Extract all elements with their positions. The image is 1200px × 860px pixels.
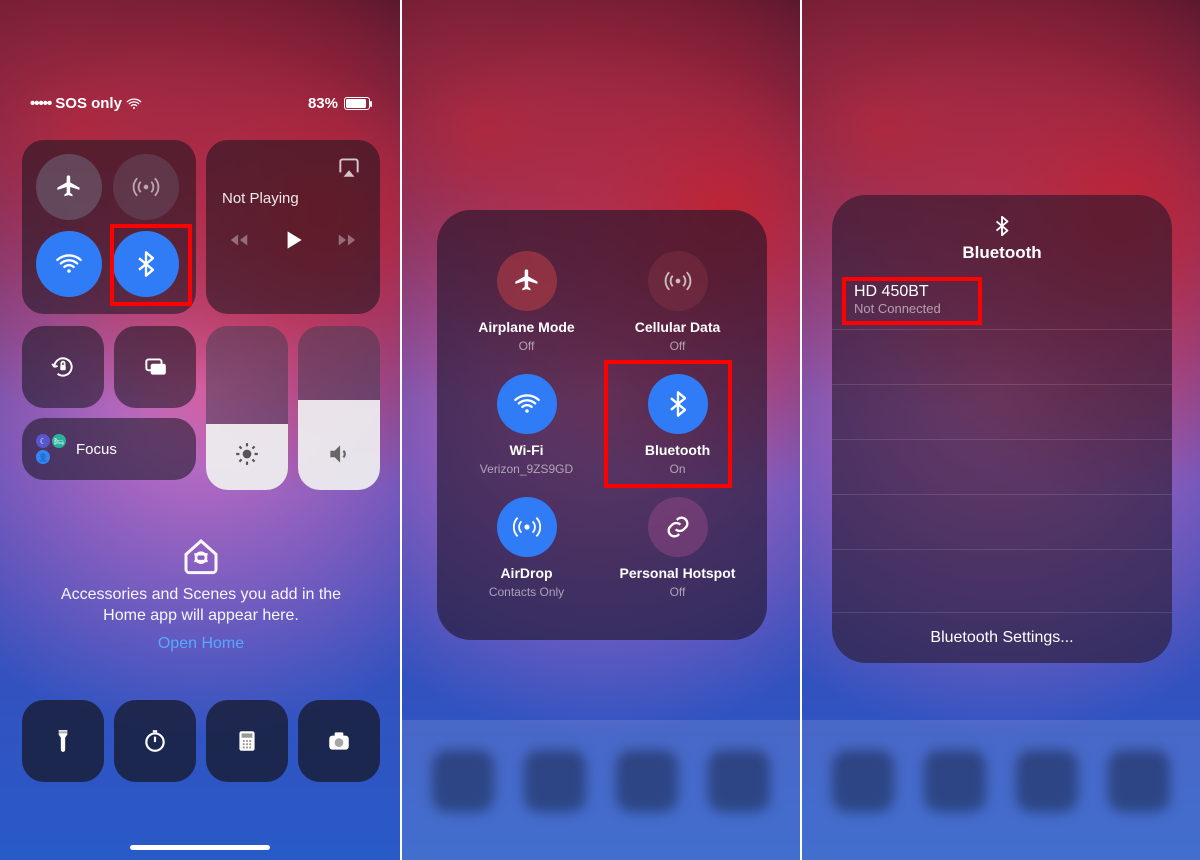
- bluetooth-icon: [132, 250, 160, 278]
- screen-mirroring-icon: [142, 354, 168, 380]
- orientation-lock-toggle[interactable]: [22, 326, 104, 408]
- airplane-mode-toggle[interactable]: [36, 154, 102, 220]
- wifi-icon: [126, 96, 142, 112]
- bluetooth-empty-row: [832, 440, 1172, 495]
- calculator-button[interactable]: [206, 700, 288, 782]
- orientation-lock-icon: [50, 354, 76, 380]
- flashlight-icon: [50, 728, 76, 754]
- wifi-label: Wi-Fi: [509, 442, 543, 458]
- bluetooth-icon: [664, 390, 692, 418]
- wifi-icon: [55, 250, 83, 278]
- airdrop-icon: [513, 513, 541, 541]
- airplane-icon: [513, 267, 541, 295]
- home-text: Accessories and Scenes you add in the Ho…: [46, 584, 356, 627]
- airplane-mode-toggle[interactable]: [497, 251, 557, 311]
- airplane-label: Airplane Mode: [478, 319, 574, 335]
- signal-dots-icon: •••••: [30, 95, 51, 112]
- link-icon: [664, 513, 692, 541]
- sun-icon: [234, 441, 260, 472]
- play-button[interactable]: [280, 227, 306, 258]
- bluetooth-device-row[interactable]: HD 450BT Not Connected: [832, 275, 1172, 330]
- airplane-mode-item[interactable]: Airplane Mode Off: [451, 240, 602, 363]
- bluetooth-empty-row: [832, 330, 1172, 385]
- pane-control-center: ••••• SOS only 83% Not Playing: [0, 0, 400, 860]
- cellular-icon: [664, 267, 692, 295]
- calculator-icon: [234, 728, 260, 754]
- wifi-toggle[interactable]: [36, 231, 102, 297]
- bluetooth-status: On: [669, 462, 685, 476]
- hotspot-item[interactable]: Personal Hotspot Off: [602, 487, 753, 610]
- device-name: HD 450BT: [854, 283, 1150, 301]
- pane-bluetooth-devices: Bluetooth HD 450BT Not Connected Bluetoo…: [800, 0, 1200, 860]
- bluetooth-empty-row: [832, 495, 1172, 550]
- bluetooth-toggle[interactable]: [113, 231, 179, 297]
- rewind-button[interactable]: [228, 229, 250, 256]
- camera-icon: [326, 728, 352, 754]
- status-bar: ••••• SOS only 83%: [0, 95, 400, 112]
- cellular-label: Cellular Data: [635, 319, 721, 335]
- network-text: SOS only: [55, 95, 122, 112]
- open-home-link[interactable]: Open Home: [158, 633, 244, 655]
- bluetooth-panel: Bluetooth HD 450BT Not Connected Bluetoo…: [832, 195, 1172, 663]
- battery-icon: [344, 97, 370, 110]
- bluetooth-empty-row: [832, 385, 1172, 440]
- home-card[interactable]: Accessories and Scenes you add in the Ho…: [22, 510, 380, 680]
- bluetooth-title: Bluetooth: [962, 243, 1041, 263]
- brightness-slider[interactable]: [206, 326, 288, 490]
- home-icon: [181, 536, 221, 576]
- airplay-icon[interactable]: [336, 154, 364, 182]
- wifi-icon: [513, 390, 541, 418]
- blurred-dock: [802, 720, 1200, 860]
- screen-mirroring-button[interactable]: [114, 326, 196, 408]
- quick-actions-row: [22, 700, 380, 782]
- hotspot-toggle[interactable]: [648, 497, 708, 557]
- airplane-status: Off: [519, 339, 535, 353]
- camera-button[interactable]: [298, 700, 380, 782]
- pane-connectivity-expanded: Airplane Mode Off Cellular Data Off Wi-F…: [400, 0, 800, 860]
- airdrop-label: AirDrop: [500, 565, 552, 581]
- media-status: Not Playing: [222, 190, 364, 207]
- bluetooth-device-list: HD 450BT Not Connected: [832, 275, 1172, 612]
- focus-label: Focus: [76, 441, 117, 458]
- volume-slider[interactable]: [298, 326, 380, 490]
- cellular-data-toggle[interactable]: [113, 154, 179, 220]
- bluetooth-icon: [991, 215, 1013, 237]
- bluetooth-item[interactable]: Bluetooth On: [602, 363, 753, 486]
- cellular-status: Off: [670, 339, 686, 353]
- device-status: Not Connected: [854, 301, 1150, 316]
- home-indicator[interactable]: [130, 845, 270, 850]
- speaker-icon: [326, 441, 352, 472]
- airplane-icon: [55, 173, 83, 201]
- fast-forward-button[interactable]: [336, 229, 358, 256]
- airdrop-status: Contacts Only: [489, 585, 564, 599]
- blurred-dock: [402, 720, 800, 860]
- connectivity-tile[interactable]: [22, 140, 196, 314]
- wifi-item[interactable]: Wi-Fi Verizon_9ZS9GD: [451, 363, 602, 486]
- flashlight-button[interactable]: [22, 700, 104, 782]
- wifi-toggle[interactable]: [497, 374, 557, 434]
- bluetooth-settings-link[interactable]: Bluetooth Settings...: [832, 612, 1172, 663]
- focus-mode-icons: ☾ 🛏 👤: [36, 434, 66, 464]
- hotspot-status: Off: [670, 585, 686, 599]
- timer-button[interactable]: [114, 700, 196, 782]
- cellular-data-toggle[interactable]: [648, 251, 708, 311]
- focus-button[interactable]: ☾ 🛏 👤 Focus: [22, 418, 196, 480]
- bluetooth-label: Bluetooth: [645, 442, 710, 458]
- bluetooth-toggle[interactable]: [648, 374, 708, 434]
- battery-percent: 83%: [308, 95, 338, 112]
- bluetooth-empty-row: [832, 550, 1172, 605]
- airdrop-toggle[interactable]: [497, 497, 557, 557]
- hotspot-label: Personal Hotspot: [620, 565, 736, 581]
- timer-icon: [142, 728, 168, 754]
- bluetooth-header: Bluetooth: [832, 215, 1172, 263]
- cellular-data-item[interactable]: Cellular Data Off: [602, 240, 753, 363]
- wifi-status: Verizon_9ZS9GD: [480, 462, 573, 476]
- cellular-icon: [132, 173, 160, 201]
- now-playing-tile[interactable]: Not Playing: [206, 140, 380, 314]
- connectivity-panel: Airplane Mode Off Cellular Data Off Wi-F…: [437, 210, 767, 640]
- airdrop-item[interactable]: AirDrop Contacts Only: [451, 487, 602, 610]
